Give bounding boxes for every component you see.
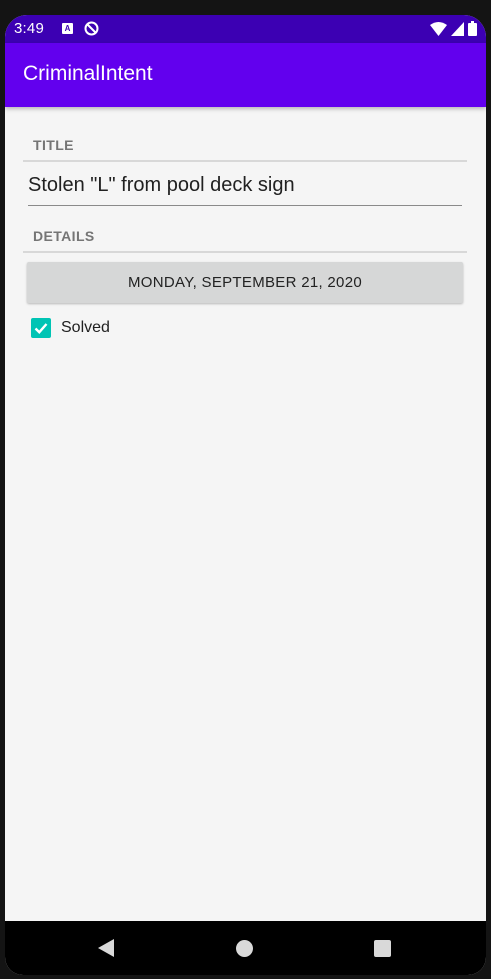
- app-bar: CriminalIntent: [5, 43, 486, 107]
- title-section-header: TITLE: [23, 137, 467, 162]
- wifi-icon: [430, 21, 447, 36]
- back-icon[interactable]: [98, 939, 114, 962]
- details-section-header: DETAILS: [23, 228, 467, 253]
- home-icon[interactable]: [236, 940, 253, 957]
- status-time: 3:49: [14, 20, 44, 37]
- signal-icon: [451, 21, 464, 36]
- battery-icon: [468, 21, 477, 36]
- crime-title-input[interactable]: [28, 170, 462, 206]
- solved-checkbox-row[interactable]: Solved: [31, 318, 110, 338]
- app-title: CriminalIntent: [23, 62, 153, 85]
- app-screen: 3:49 A CriminalIntent TITLE Stolen "L" f…: [5, 15, 486, 975]
- solved-label: Solved: [61, 319, 110, 336]
- checkmark-icon: [34, 323, 48, 334]
- navigation-bar: [5, 921, 486, 975]
- status-icons: [430, 21, 477, 36]
- crime-date-button[interactable]: MONDAY, SEPTEMBER 21, 2020: [27, 262, 463, 303]
- no-disturb-icon: [84, 21, 99, 41]
- device-frame: 3:49 A CriminalIntent TITLE Stolen "L" f…: [0, 0, 491, 979]
- recents-icon[interactable]: [374, 940, 391, 957]
- status-bar: 3:49 A: [5, 15, 486, 43]
- a-notification-icon: A: [62, 23, 73, 34]
- solved-checkbox[interactable]: [31, 318, 51, 338]
